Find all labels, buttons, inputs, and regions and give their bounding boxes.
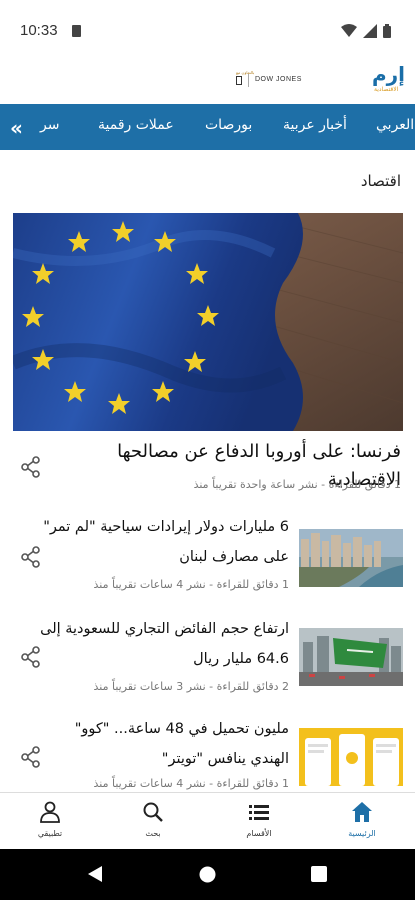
bottom-nav-label: بحث bbox=[145, 829, 161, 838]
hero-meta: 1 دقائق للقراءة - نشر ساعة واحدة تقريباً… bbox=[193, 478, 401, 491]
recents-icon[interactable] bbox=[311, 866, 327, 882]
sim-card-icon bbox=[72, 25, 81, 37]
partner-name: DOW JONES bbox=[255, 76, 302, 83]
search-icon bbox=[143, 802, 163, 822]
battery-icon bbox=[383, 24, 391, 38]
wifi-icon bbox=[341, 24, 357, 37]
section-title: اقتصاد bbox=[360, 172, 401, 190]
signal-icon bbox=[363, 24, 377, 38]
brand-logo[interactable]: إرم bbox=[372, 62, 405, 86]
nav-item-arab[interactable]: العربي bbox=[376, 117, 414, 133]
nav-item-more[interactable]: سر bbox=[40, 117, 59, 133]
hero-image[interactable] bbox=[13, 213, 403, 431]
home-button-icon[interactable] bbox=[199, 866, 216, 883]
article-thumbnail[interactable] bbox=[299, 628, 403, 686]
bottom-nav-home[interactable]: الرئيسية bbox=[322, 801, 402, 838]
bottom-nav-label: الرئيسية bbox=[348, 829, 376, 838]
logo-divider bbox=[248, 74, 249, 87]
person-icon bbox=[40, 801, 60, 823]
share-icon[interactable] bbox=[20, 456, 42, 478]
bottom-nav-search[interactable]: بحث bbox=[113, 801, 193, 838]
app-header bbox=[0, 64, 415, 104]
bottom-nav-my-app[interactable]: تطبيقي bbox=[10, 801, 90, 838]
home-icon bbox=[352, 802, 372, 822]
status-icons bbox=[341, 24, 391, 38]
nav-item-crypto[interactable]: عملات رقمية bbox=[98, 117, 174, 133]
article-title[interactable]: مليون تحميل في 48 ساعة... "كوو" الهندي ي… bbox=[39, 714, 289, 774]
article-meta: 2 دقائق للقراءة - نشر 3 ساعات تقريباً من… bbox=[93, 680, 289, 693]
article-thumbnail[interactable] bbox=[299, 728, 403, 786]
share-icon[interactable] bbox=[20, 746, 42, 768]
article-title[interactable]: 6 مليارات دولار إيرادات سياحية "لم تمر" … bbox=[39, 512, 289, 572]
bottom-nav-label: الأقسام bbox=[246, 829, 272, 838]
list-icon bbox=[249, 805, 269, 820]
partner-tagline: بالتعاون مع bbox=[236, 70, 255, 75]
article-meta: 1 دقائق للقراءة - نشر 4 ساعات تقريباً من… bbox=[93, 777, 289, 790]
status-time: 10:33 bbox=[20, 22, 58, 39]
share-icon[interactable] bbox=[20, 646, 42, 668]
article-thumbnail[interactable] bbox=[299, 529, 403, 587]
share-icon[interactable] bbox=[20, 546, 42, 568]
bottom-navigation: تطبيقي بحث الأقسام الرئيسية bbox=[0, 792, 415, 849]
double-chevron-left-icon[interactable]: « bbox=[10, 116, 23, 140]
wsj-logo-icon bbox=[236, 76, 242, 85]
nav-item-arab-news[interactable]: أخبار عربية bbox=[283, 117, 347, 133]
bottom-nav-sections[interactable]: الأقسام bbox=[219, 801, 299, 838]
system-navigation-bar bbox=[0, 849, 415, 900]
article-title[interactable]: ارتفاع حجم الفائض التجاري للسعودية إلى 6… bbox=[39, 614, 289, 674]
article-meta: 1 دقائق للقراءة - نشر 4 ساعات تقريباً من… bbox=[93, 578, 289, 591]
bottom-nav-label: تطبيقي bbox=[37, 829, 63, 838]
nav-item-stocks[interactable]: بورصات bbox=[205, 117, 252, 133]
brand-subtitle: الاقتصادية bbox=[374, 86, 399, 93]
status-bar: 10:33 bbox=[0, 0, 415, 64]
back-icon[interactable] bbox=[86, 865, 104, 883]
category-navbar: « سر عملات رقمية بورصات أخبار عربية العر… bbox=[0, 104, 415, 150]
